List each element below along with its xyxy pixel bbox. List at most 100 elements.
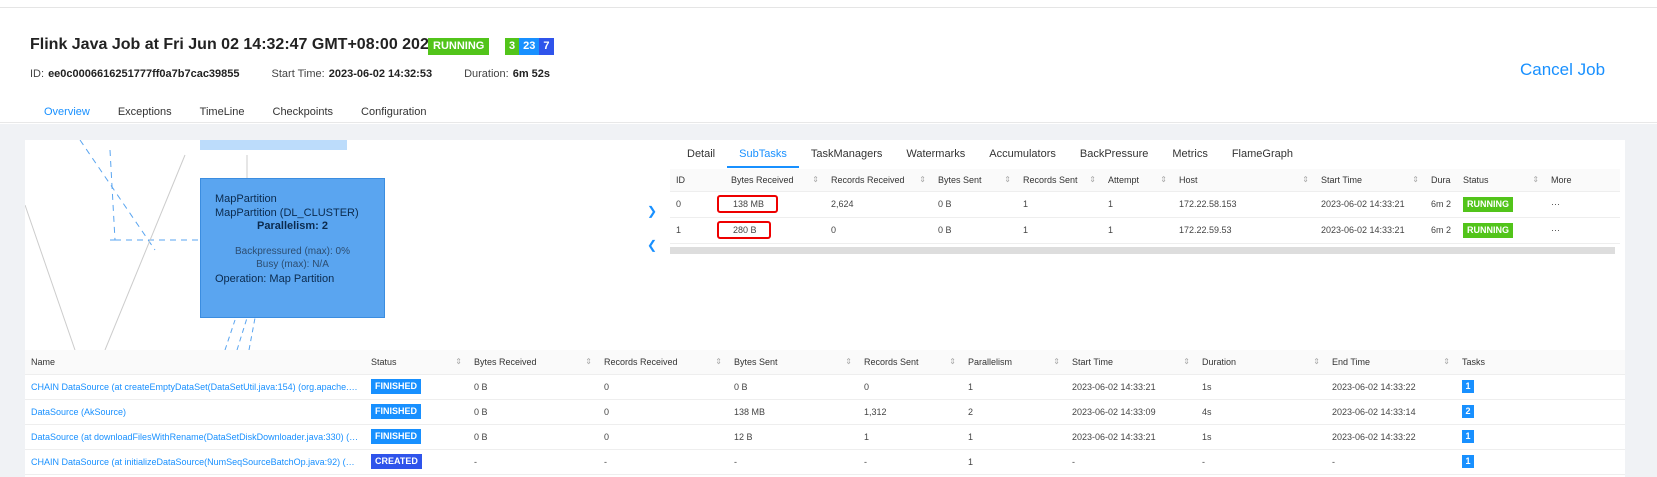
col-records-received[interactable]: Records Received ⇕ (598, 350, 728, 375)
panel-toggle: ❯ ❮ (647, 204, 663, 294)
col-duration[interactable]: Dura (1425, 169, 1458, 192)
node-parallelism: Parallelism: 2 (257, 220, 328, 232)
sort-icon: ⇕ (1313, 356, 1320, 366)
vertex-name-link[interactable]: CHAIN DataSource (at initializeDataSourc… (25, 449, 365, 475)
status-badge: RUNNING (1463, 196, 1514, 212)
sort-icon: ⇕ (1004, 174, 1011, 184)
tasks-badge: 1 (1462, 430, 1474, 443)
more-menu[interactable]: ··· (1545, 191, 1620, 218)
horizontal-scrollbar[interactable] (670, 247, 1615, 254)
node-busy: Busy (max): N/A (256, 259, 329, 270)
tab-flamegraph[interactable]: FlameGraph (1220, 140, 1305, 168)
node-description: MapPartition (DL_CLUSTER) (215, 207, 359, 219)
vertex-name-link[interactable]: DataSource (at downloadFilesWithRename(D… (25, 424, 365, 450)
status-badge: RUNNING (1463, 222, 1514, 238)
task-count-finished: 23 (519, 38, 540, 55)
sort-icon: ⇕ (1302, 174, 1309, 184)
table-row[interactable]: CHAIN DataSource (at initializeDataSourc… (25, 449, 1625, 475)
highlight-bytes-received: 138 MB (717, 195, 779, 213)
chevron-left-icon[interactable]: ❮ (647, 238, 663, 252)
tab-taskmanagers[interactable]: TaskManagers (799, 140, 895, 168)
table-row[interactable]: DataSource (AkSource) FINISHED 0 B 0 138… (25, 399, 1625, 425)
col-records-received[interactable]: Records Received ⇕ (825, 169, 932, 192)
col-attempt[interactable]: Attempt ⇕ (1102, 169, 1173, 192)
tab-watermarks[interactable]: Watermarks (894, 140, 977, 168)
table-header-row: Name Status ⇕ Bytes Received ⇕ Records Rec… (25, 350, 1625, 375)
sort-icon: ⇕ (949, 356, 956, 366)
node-operation: Operation: Map Partition (215, 273, 335, 285)
job-id: ID: ee0c0006616251777ff0a7b7cac39855 (30, 68, 240, 80)
status-badge: FINISHED (371, 404, 422, 419)
job-duration: Duration: 6m 52s (464, 68, 551, 80)
col-start-time[interactable]: Start Time ⇕ (1066, 350, 1196, 375)
col-host[interactable]: Host ⇕ (1173, 169, 1315, 192)
col-status[interactable]: Status ⇕ (1457, 169, 1546, 192)
job-title: Flink Java Job at Fri Jun 02 14:32:47 GM… (30, 36, 438, 53)
sort-icon: ⇕ (585, 356, 592, 366)
more-menu[interactable]: ··· (1545, 217, 1620, 244)
tab-subtasks[interactable]: SubTasks (727, 140, 799, 168)
chevron-right-icon[interactable]: ❯ (647, 204, 663, 218)
col-parallelism[interactable]: Parallelism ⇕ (962, 350, 1066, 375)
sort-icon: ⇕ (919, 174, 926, 184)
vertex-name-link[interactable]: DataSource (AkSource) (25, 399, 365, 425)
tasks-badge: 2 (1462, 405, 1474, 418)
tab-backpressure[interactable]: BackPressure (1068, 140, 1160, 168)
col-id[interactable]: ID (670, 169, 725, 192)
sort-icon: ⇕ (845, 356, 852, 366)
sort-icon: ⇕ (812, 174, 819, 184)
task-count-created: 7 (539, 38, 554, 55)
col-tasks[interactable]: Tasks (1456, 350, 1625, 375)
sort-icon: ⇕ (1532, 174, 1540, 184)
tab-detail[interactable]: Detail (675, 140, 727, 168)
highlight-bytes-received: 280 B (717, 221, 771, 239)
map-partition-node[interactable]: MapPartition MapPartition (DL_CLUSTER) P… (200, 178, 385, 318)
job-status-badge: RUNNING (428, 38, 490, 55)
col-start-time[interactable]: Start Time ⇕ (1315, 169, 1425, 192)
col-records-sent[interactable]: Records Sent ⇕ (1017, 169, 1102, 192)
table-row[interactable]: 0 138 MB 2,624 0 B 1 1 172.22.58.153 202… (670, 191, 1620, 218)
status-badge: CREATED (371, 454, 422, 469)
table-row[interactable]: CHAIN DataSource (at createEmptyDataSet(… (25, 374, 1625, 400)
col-end-time[interactable]: End Time ⇕ (1326, 350, 1456, 375)
task-count-running: 3 (505, 38, 520, 55)
detail-tabs: Detail SubTasks TaskManagers Watermarks … (675, 140, 1305, 168)
col-bytes-received[interactable]: Bytes Received ⇕ (725, 169, 825, 192)
col-bytes-received[interactable]: Bytes Received ⇕ (468, 350, 598, 375)
vertices-table-panel: Name Status ⇕ Bytes Received ⇕ Records Rec… (25, 350, 1625, 477)
overview-content: MapPartition MapPartition (DL_CLUSTER) P… (0, 124, 1657, 477)
col-records-sent[interactable]: Records Sent ⇕ (858, 350, 962, 375)
tab-accumulators[interactable]: Accumulators (977, 140, 1068, 168)
tasks-badge: 1 (1462, 380, 1474, 393)
col-status[interactable]: Status ⇕ (365, 350, 468, 375)
col-name[interactable]: Name (25, 350, 365, 375)
sort-icon: ⇕ (1053, 356, 1060, 366)
job-meta: ID: ee0c0006616251777ff0a7b7cac39855 Star… (30, 68, 550, 80)
subtasks-table: ID Bytes Received ⇕ Records Received ⇕ Byt… (670, 169, 1620, 244)
sort-icon: ⇕ (455, 356, 462, 366)
top-bar (0, 0, 1657, 8)
job-header: Flink Java Job at Fri Jun 02 14:32:47 GM… (0, 8, 1657, 130)
col-more: More (1545, 169, 1620, 192)
sort-icon: ⇕ (1183, 356, 1190, 366)
sort-icon: ⇕ (715, 356, 722, 366)
cancel-job-button[interactable]: Cancel Job (1520, 60, 1605, 80)
sort-icon: ⇕ (1160, 174, 1167, 184)
table-row[interactable]: 1 280 B 0 0 B 1 1 172.22.59.53 2023-06-0… (670, 217, 1620, 244)
upstream-node[interactable] (200, 140, 347, 150)
task-counts: 3 23 7 (505, 38, 554, 55)
vertex-name-link[interactable]: CHAIN DataSource (at createEmptyDataSet(… (25, 374, 365, 400)
tab-metrics[interactable]: Metrics (1160, 140, 1219, 168)
sort-icon: ⇕ (1089, 174, 1096, 184)
table-row[interactable]: DataSource (at downloadFilesWithRename(D… (25, 424, 1625, 450)
col-bytes-sent[interactable]: Bytes Sent ⇕ (932, 169, 1017, 192)
job-graph[interactable]: MapPartition MapPartition (DL_CLUSTER) P… (25, 140, 665, 350)
col-duration[interactable]: Duration ⇕ (1196, 350, 1326, 375)
col-bytes-sent[interactable]: Bytes Sent ⇕ (728, 350, 858, 375)
vertices-table: Name Status ⇕ Bytes Received ⇕ Records Rec… (25, 350, 1625, 475)
vertex-detail-panel: Detail SubTasks TaskManagers Watermarks … (665, 140, 1625, 350)
node-backpressure: Backpressured (max): 0% (234, 246, 351, 257)
sort-icon: ⇕ (1443, 356, 1450, 366)
node-name: MapPartition (215, 193, 277, 205)
table-header-row: ID Bytes Received ⇕ Records Received ⇕ Byt… (670, 169, 1620, 192)
